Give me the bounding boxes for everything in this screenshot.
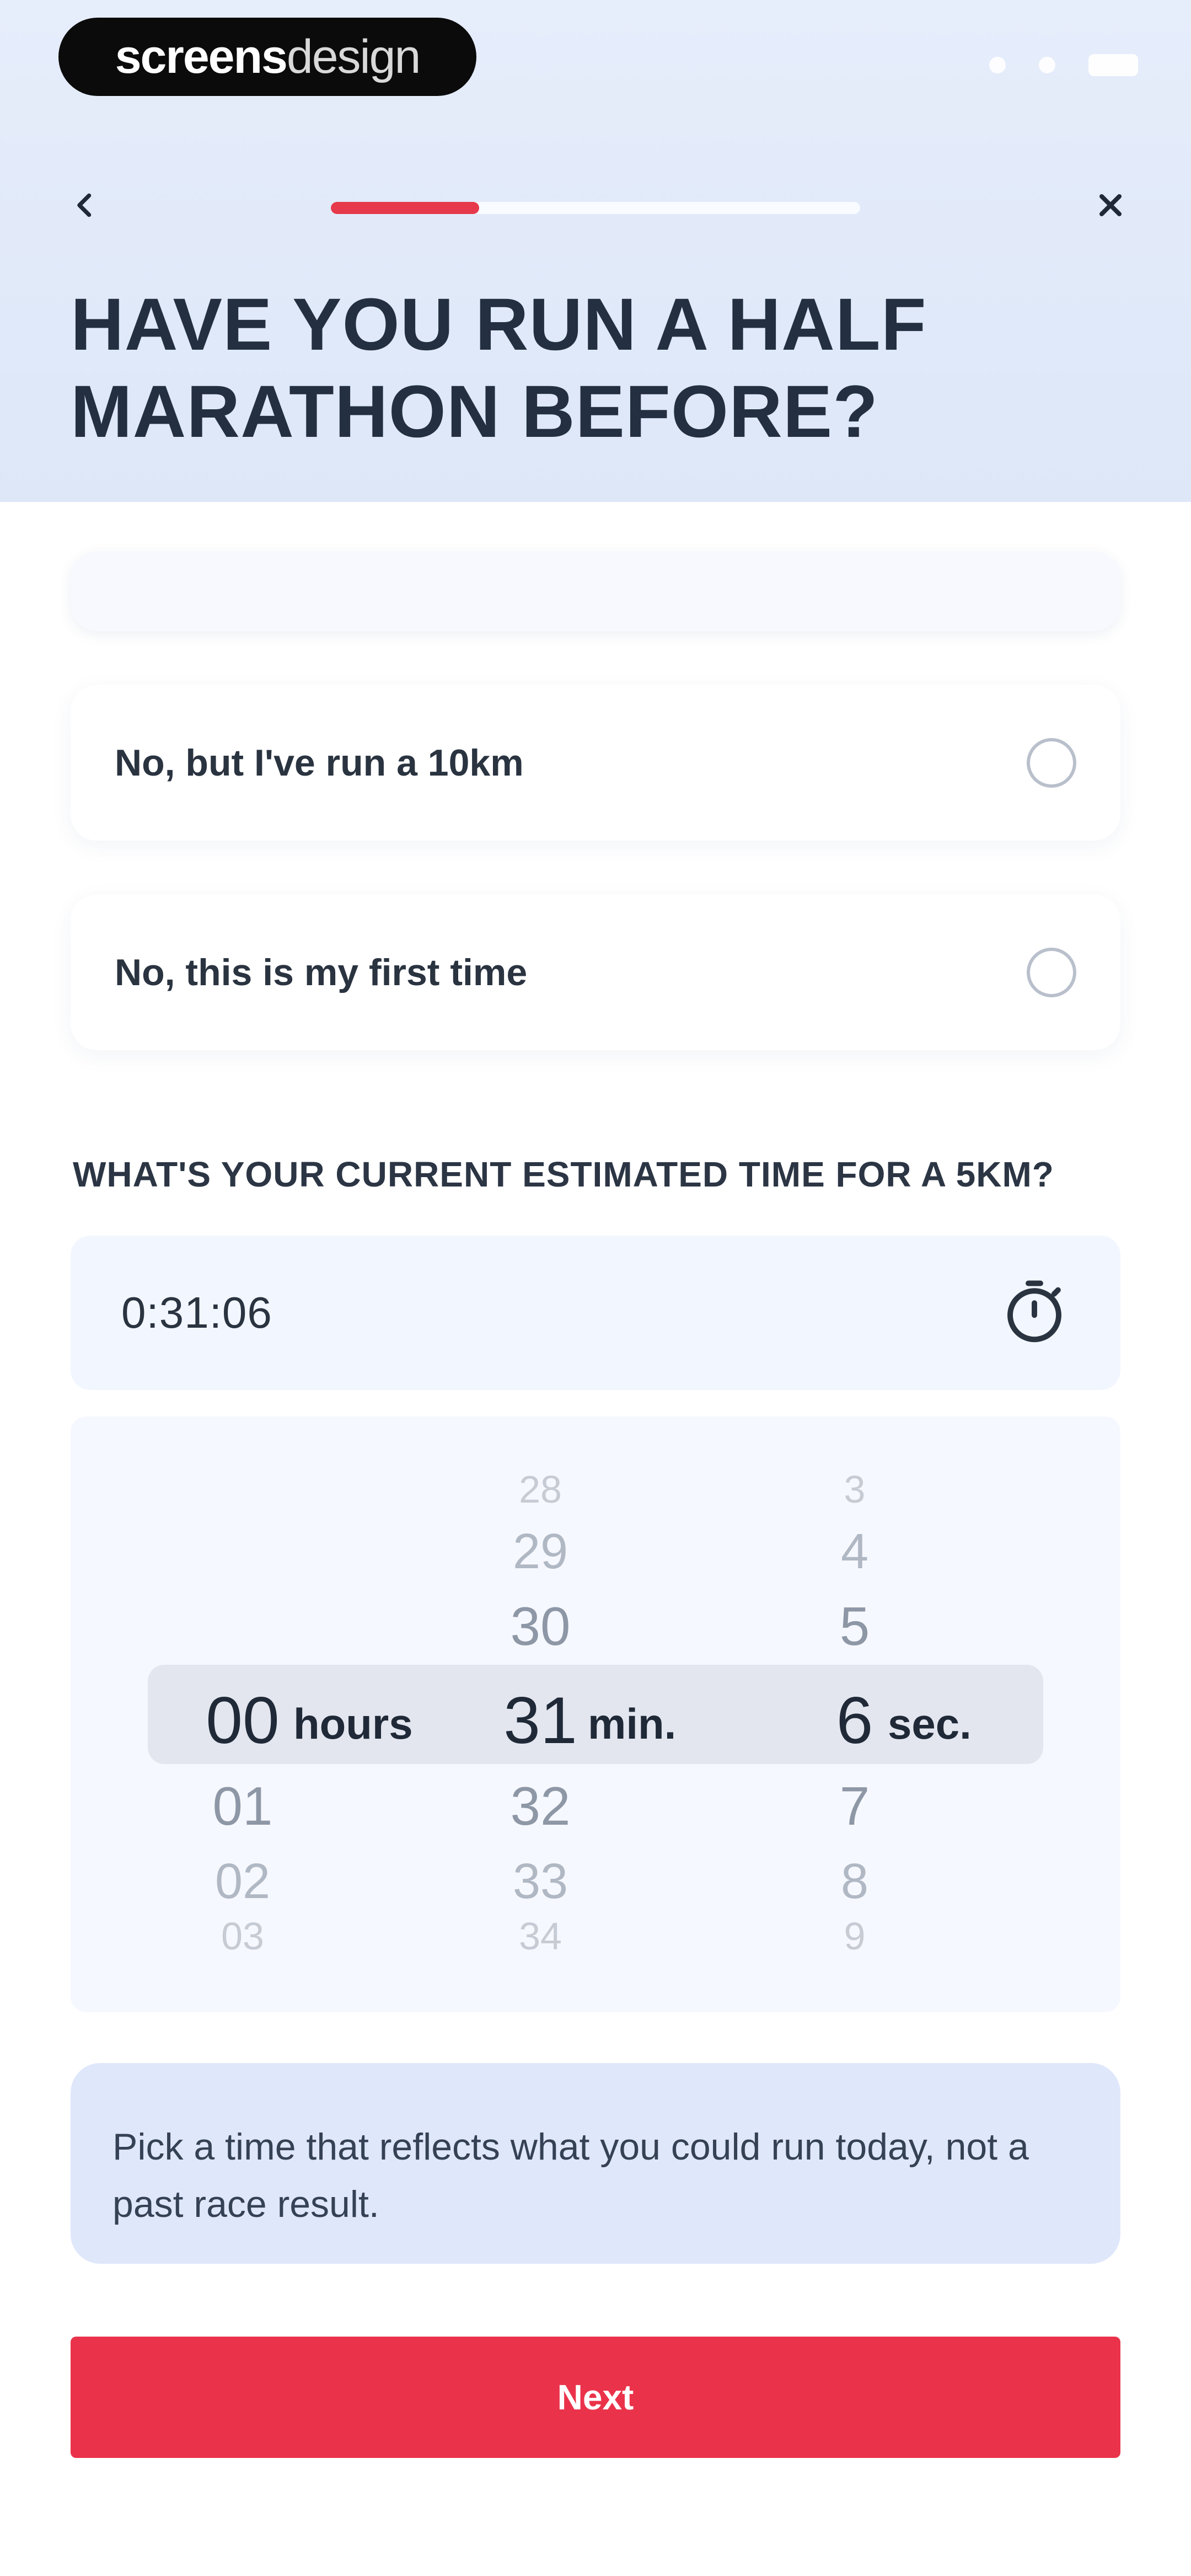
minutes-selected: 31 (503, 1684, 577, 1757)
progress-bar (331, 202, 860, 214)
close-button[interactable] (1083, 178, 1138, 233)
hours-next-1: 01 (212, 1776, 273, 1836)
seconds-prev-2: 4 (840, 1524, 869, 1579)
close-icon (1099, 194, 1122, 216)
minutes-prev-1: 28 (519, 1468, 562, 1511)
wifi-icon (1039, 57, 1055, 73)
page-title: HAVE YOU RUN A HALF MARATHON BEFORE? (71, 284, 927, 453)
minutes-next-3: 34 (519, 1915, 562, 1958)
option-label: No, but I've run a 10km (115, 742, 524, 784)
hours-selected: 00 (206, 1684, 280, 1757)
hours-next-2: 02 (214, 1854, 271, 1909)
back-button[interactable] (57, 178, 112, 233)
seconds-prev-3: 5 (839, 1596, 870, 1656)
seconds-next-2: 8 (840, 1854, 869, 1909)
option-first-time[interactable]: No, this is my first time (71, 895, 1120, 1050)
option-card-hidden[interactable] (71, 552, 1120, 631)
seconds-unit: sec. (888, 1699, 972, 1748)
time-section-title: WHAT'S YOUR CURRENT ESTIMATED TIME FOR A… (73, 1155, 1054, 1194)
seconds-prev-1: 3 (844, 1468, 866, 1511)
minutes-prev-3: 30 (510, 1596, 571, 1656)
radio-button[interactable] (1027, 738, 1076, 788)
screen: screens design HAVE YOU RUN A HALF MARAT… (0, 0, 1191, 2576)
minutes-unit: min. (588, 1699, 677, 1748)
progress-fill (331, 202, 479, 214)
seconds-unit-wrap: sec. (888, 1695, 998, 1761)
hours-unit: hours (293, 1699, 413, 1748)
stopwatch-icon (1007, 1280, 1061, 1343)
hours-column[interactable]: 00 01 02 03 (182, 1451, 303, 1980)
hours-unit-wrap: hours (293, 1695, 426, 1761)
radio-button[interactable] (1027, 948, 1076, 997)
next-button[interactable]: Next (71, 2337, 1120, 2458)
battery-icon (1088, 54, 1138, 76)
time-input[interactable]: 0:31:06 (71, 1236, 1120, 1390)
status-bar (989, 54, 1138, 76)
option-run-10km[interactable]: No, but I've run a 10km (71, 685, 1120, 841)
chevron-left-icon (77, 193, 92, 217)
brand-bold: screens (115, 30, 288, 83)
hours-next-3: 03 (221, 1915, 264, 1958)
brand-light: design (286, 30, 421, 83)
minutes-next-2: 33 (512, 1854, 568, 1909)
signal-icon (989, 57, 1006, 73)
option-label: No, this is my first time (115, 952, 528, 993)
minutes-next-1: 32 (510, 1776, 571, 1836)
time-value: 0:31:06 (121, 1288, 272, 1337)
hint-box: Pick a time that reflects what you could… (71, 2063, 1120, 2264)
minutes-prev-2: 29 (512, 1524, 568, 1579)
minutes-unit-wrap: min. (588, 1695, 698, 1761)
seconds-next-3: 9 (844, 1915, 866, 1958)
brand-badge: screens design (58, 18, 476, 96)
minutes-column[interactable]: 28 29 30 31 32 33 34 (480, 1451, 601, 1980)
seconds-next-1: 7 (839, 1776, 870, 1836)
